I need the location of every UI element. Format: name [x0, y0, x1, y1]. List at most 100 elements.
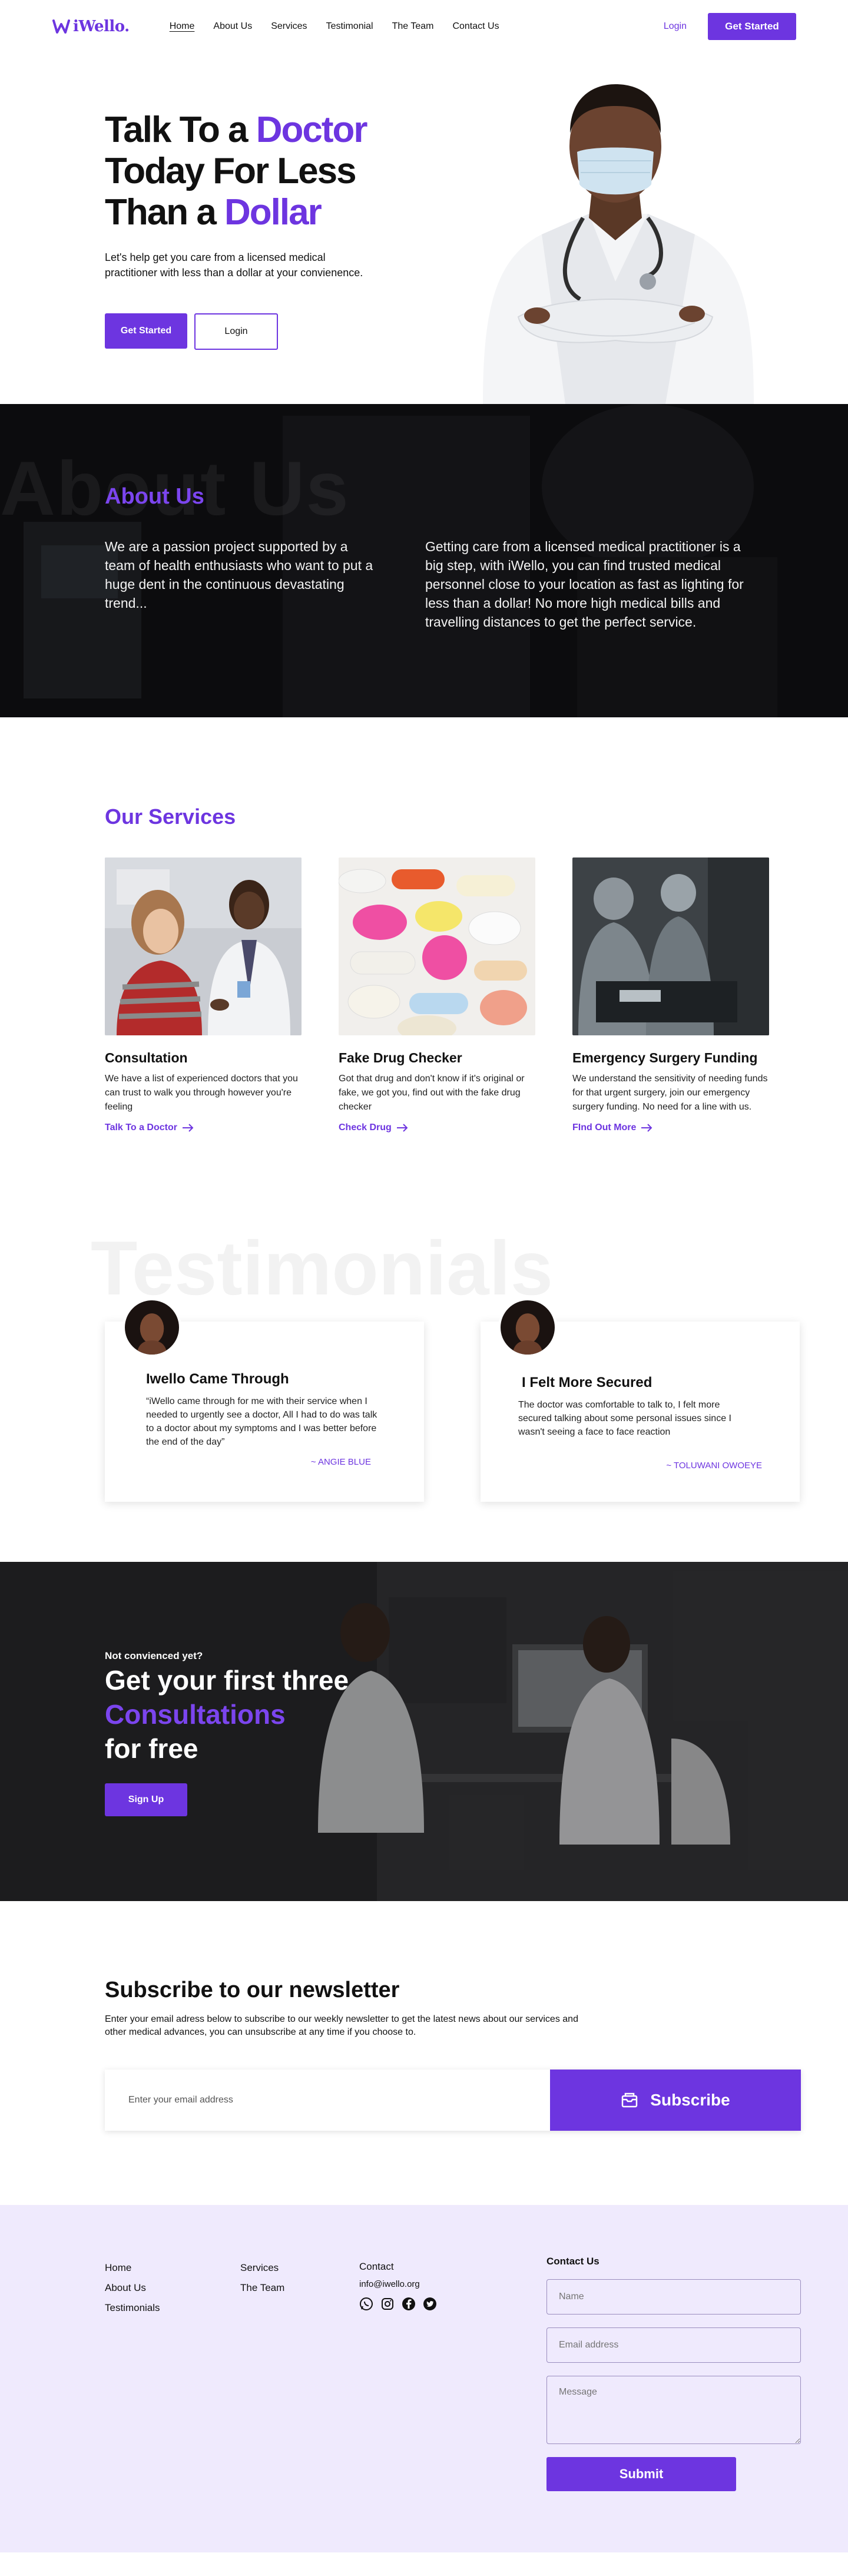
free-consultation-banner: Not convienced yet? Get your first three… [0, 1562, 848, 1901]
service-text: We understand the sensitivity of needing… [572, 1074, 768, 1112]
sign-up-button[interactable]: Sign Up [105, 1783, 187, 1816]
hero-title-part: Today For Less [105, 151, 357, 191]
check-drug-link[interactable]: Check Drug [339, 1123, 535, 1133]
social-links [359, 2297, 437, 2311]
service-link-label: FInd Out More [572, 1123, 637, 1133]
testimonial-title: I Felt More Secured [522, 1375, 652, 1390]
hero-buttons: Get Started Login [105, 313, 278, 350]
testimonial-author: ~ ANGIE BLUE [310, 1457, 371, 1467]
testimonial-text: The doctor was comfortable to talk to, I… [518, 1400, 731, 1437]
newsletter-section: Subscribe to our newsletter Enter your e… [0, 1901, 848, 2205]
twitter-icon[interactable] [423, 2297, 437, 2311]
footer-links-secondary: Services The Team [240, 2258, 284, 2298]
whatsapp-icon[interactable] [359, 2297, 373, 2311]
about-section: About Us About Us We are a passion proje… [0, 404, 848, 717]
consultation-image [105, 857, 302, 1035]
nav-link-contact[interactable]: Contact Us [452, 21, 499, 32]
footer-link-services[interactable]: Services [240, 2258, 284, 2278]
footer-contact: Contact info@iwello.org [359, 2258, 437, 2311]
services-title: Our Services [105, 804, 236, 829]
service-card-drug-checker: Fake Drug Checker Got that drug and don'… [338, 857, 535, 1133]
testimonial-author: ~ TOLUWANI OWOEYE [666, 1461, 762, 1471]
arrow-right-icon [182, 1124, 194, 1132]
newsletter-text: Enter your email adress below to subscri… [105, 2014, 578, 2037]
newsletter-title: Subscribe to our newsletter [105, 1978, 400, 2002]
services-section: Our Services Consultation We have a list… [0, 717, 848, 1206]
footer-link-testimonials[interactable]: Testimonials [105, 2298, 160, 2318]
promo-title-highlight: Consultations [105, 1699, 286, 1730]
pills-image [338, 857, 535, 1041]
service-text: Got that drug and don't know if it's ori… [339, 1074, 525, 1112]
surgery-image [572, 857, 769, 1035]
hero-login-button[interactable]: Login [194, 313, 278, 350]
arrow-right-icon [396, 1124, 408, 1132]
subscribe-label: Subscribe [650, 2091, 730, 2109]
nav-link-services[interactable]: Services [271, 21, 307, 32]
footer-email[interactable]: info@iwello.org [359, 2276, 437, 2293]
hero-title-highlight: Dollar [224, 192, 322, 233]
contact-form: Contact Us Submit [546, 2256, 801, 2491]
nav-link-team[interactable]: The Team [392, 21, 434, 32]
hero-subtitle: Let's help get you care from a licensed … [105, 251, 363, 279]
hero-title-part: Talk To a [105, 110, 256, 150]
top-nav: iWello. Home About Us Services Testimoni… [0, 0, 848, 53]
nav-link-about[interactable]: About Us [213, 21, 252, 32]
about-text-left: We are a passion project supported by a … [105, 539, 373, 611]
footer-link-home[interactable]: Home [105, 2258, 160, 2278]
contact-email-input[interactable] [546, 2327, 801, 2363]
testimonial-card: I Felt More Secured The doctor was comfo… [481, 1298, 800, 1502]
mail-icon [622, 2092, 638, 2108]
service-title: Consultation [105, 1050, 188, 1065]
promo-title-line: Get your first three [105, 1665, 349, 1696]
promo-title: Get your first three Consultations for f… [105, 1663, 411, 1766]
nav-link-home[interactable]: Home [170, 21, 195, 32]
testimonials-section: Testimonials Iwello Came Through “iWello… [0, 1206, 848, 1562]
service-title: Fake Drug Checker [339, 1050, 462, 1065]
hero-title: Talk To a Doctor Today For Less Than a D… [105, 110, 435, 233]
arrow-right-icon [641, 1124, 652, 1132]
nav-links: Home About Us Services Testimonial The T… [170, 21, 499, 32]
hero-title-highlight: Doctor [256, 110, 368, 150]
footer-link-about[interactable]: About Us [105, 2278, 160, 2298]
nav-get-started-button[interactable]: Get Started [708, 13, 796, 40]
brand-logo[interactable]: iWello. [52, 17, 130, 36]
instagram-icon[interactable] [380, 2297, 395, 2311]
service-link-label: Check Drug [339, 1123, 392, 1133]
promo-title-line: for free [105, 1733, 198, 1764]
footer-link-team[interactable]: The Team [240, 2278, 284, 2298]
service-link-label: Talk To a Doctor [105, 1123, 177, 1133]
footer-contact-label: Contact [359, 2261, 394, 2272]
testimonial-card: Iwello Came Through “iWello came through… [105, 1298, 424, 1502]
testimonial-avatar [122, 1298, 181, 1357]
subscribe-button[interactable]: Subscribe [550, 2070, 801, 2131]
service-text: We have a list of experienced doctors th… [105, 1074, 298, 1112]
nav-actions: Login Get Started [664, 13, 796, 40]
testimonial-text: “iWello came through for me with their s… [146, 1396, 377, 1447]
site-footer: Home About Us Testimonials Services The … [0, 2205, 848, 2552]
testimonial-title: Iwello Came Through [146, 1371, 289, 1387]
service-card-consultation: Consultation We have a list of experienc… [105, 857, 302, 1133]
about-text-right: Getting care from a licensed medical pra… [425, 539, 744, 630]
logo-mark-icon [52, 19, 70, 34]
contact-submit-button[interactable]: Submit [546, 2457, 736, 2491]
doctor-image [483, 84, 754, 404]
hero-title-part: Than a [105, 192, 225, 233]
promo-kicker: Not convienced yet? [105, 1650, 203, 1661]
newsletter-form: Subscribe [105, 2070, 801, 2131]
footer-links-primary: Home About Us Testimonials [105, 2258, 160, 2318]
facebook-icon[interactable] [402, 2297, 416, 2311]
testimonial-avatar [498, 1298, 557, 1357]
nav-link-testimonial[interactable]: Testimonial [326, 21, 373, 32]
hero-get-started-button[interactable]: Get Started [105, 313, 187, 349]
about-title: About Us [105, 484, 204, 509]
find-out-more-link[interactable]: FInd Out More [572, 1123, 769, 1133]
hero-section: Talk To a Doctor Today For Less Than a D… [0, 53, 848, 404]
service-card-surgery-funding: Emergency Surgery Funding We understand … [572, 857, 769, 1133]
newsletter-email-input[interactable] [105, 2070, 550, 2131]
talk-to-doctor-link[interactable]: Talk To a Doctor [105, 1123, 302, 1133]
nav-login-link[interactable]: Login [664, 21, 687, 32]
contact-message-input[interactable] [546, 2376, 801, 2444]
contact-form-title: Contact Us [546, 2256, 599, 2267]
contact-name-input[interactable] [546, 2279, 801, 2315]
brand-name: iWello. [73, 18, 130, 35]
